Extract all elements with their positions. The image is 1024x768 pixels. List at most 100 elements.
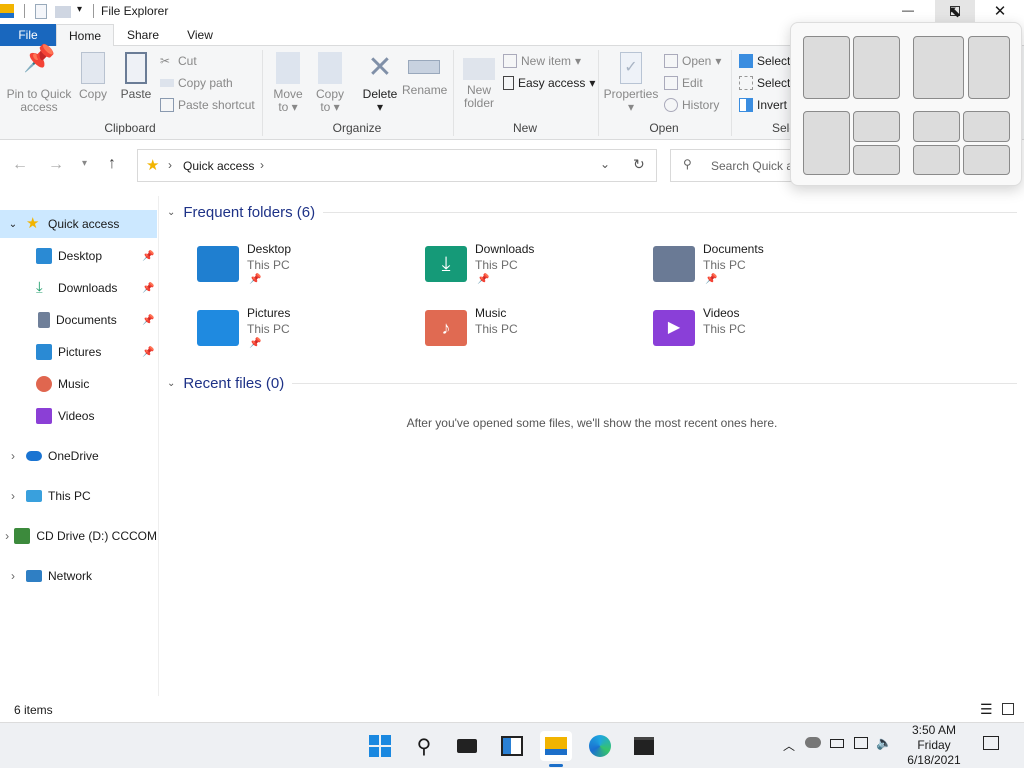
file-explorer-taskbar-button[interactable] [540, 731, 572, 767]
search-box[interactable]: ⚲ Search Quick a [670, 149, 800, 182]
easy-access-button[interactable]: Easy access ▾ [503, 73, 595, 93]
folder-downloads[interactable]: ⤓ Downloads This PC 📌 [425, 242, 645, 298]
customize-quick-access-icon[interactable]: ▾ [77, 4, 82, 15]
address-path[interactable]: Quick access [183, 159, 254, 173]
sidebar-item-quick-access[interactable]: ⌄ ★ Quick access [0, 210, 157, 238]
start-button[interactable] [365, 731, 395, 761]
pictures-folder-icon [197, 310, 239, 346]
copy-to-button[interactable]: Copy to ▾ [312, 46, 348, 114]
snap-zone-wide-left[interactable] [913, 36, 964, 99]
details-view-button[interactable]: ☰ [980, 701, 993, 718]
folder-desktop[interactable]: Desktop This PC 📌 [197, 242, 417, 298]
copy-button[interactable]: Copy [76, 46, 110, 101]
recent-locations-button[interactable]: ▾ [82, 158, 87, 169]
volume-icon[interactable]: 🔈 [876, 735, 892, 751]
address-bar[interactable]: ★ › Quick access › ⌄ ↻ [137, 149, 657, 182]
search-taskbar-button[interactable]: ⚲ [409, 731, 439, 761]
sidebar-item-network[interactable]: › Network [0, 562, 157, 590]
up-button[interactable]: ↑ [108, 155, 116, 173]
select-all-button[interactable]: Select [739, 51, 790, 71]
new-folder-button[interactable]: New folder [460, 46, 498, 110]
snap-zone-quad-bottom-left[interactable] [913, 145, 960, 175]
task-view-button[interactable] [452, 731, 482, 761]
chevron-right-icon[interactable]: › [0, 489, 26, 503]
select-none-button[interactable]: Select [739, 73, 790, 93]
snap-zone-half-left[interactable] [803, 36, 850, 99]
sidebar-item-this-pc[interactable]: › This PC [0, 482, 157, 510]
folder-music[interactable]: ♪ Music This PC [425, 306, 645, 362]
snap-zone-quad-top-right[interactable] [963, 111, 1010, 142]
sidebar-item-music[interactable]: Music [0, 370, 157, 398]
snap-zone-right-top[interactable] [853, 111, 900, 142]
snap-zone-left-tall[interactable] [803, 111, 850, 175]
history-button[interactable]: History [664, 95, 719, 115]
snap-zone-quad-bottom-right[interactable] [963, 145, 1010, 175]
clock-date: 6/18/2021 [907, 753, 961, 767]
search-placeholder: Search Quick a [711, 159, 794, 173]
widgets-button[interactable] [497, 731, 527, 761]
sidebar-item-videos[interactable]: Videos [0, 402, 157, 430]
copy-path-icon [160, 79, 174, 87]
status-bar: 6 items ☰ [0, 700, 1024, 722]
pin-to-quick-access-button[interactable]: 📌 Pin to Quick access [4, 45, 74, 114]
sidebar-item-onedrive[interactable]: › OneDrive [0, 442, 157, 470]
move-to-button[interactable]: Move to ▾ [270, 46, 306, 114]
windows-logo-icon [369, 735, 391, 757]
close-button[interactable]: ✕ [980, 0, 1020, 24]
properties-quick-icon[interactable] [35, 4, 47, 19]
refresh-icon[interactable]: ↻ [633, 156, 645, 173]
minimize-button[interactable]: — [890, 0, 926, 24]
sidebar-item-cd-drive[interactable]: › CD Drive (D:) CCCOM [0, 522, 157, 550]
chevron-right-icon[interactable]: › [0, 569, 26, 583]
cut-button[interactable]: ✂ Cut [160, 51, 197, 71]
select-group-label: Sele [772, 121, 792, 135]
back-button[interactable]: ← [12, 156, 28, 174]
edit-button[interactable]: Edit [664, 73, 703, 93]
forward-button[interactable]: → [48, 156, 64, 174]
tab-share[interactable]: Share [114, 24, 172, 46]
tab-view[interactable]: View [172, 24, 228, 46]
videos-folder-icon: ▶ [653, 310, 695, 346]
delete-button[interactable]: ✕ Delete ▾ [360, 46, 400, 114]
new-item-button[interactable]: New item ▾ [503, 51, 581, 71]
chevron-down-icon[interactable]: ⌄ [0, 219, 26, 230]
edge-button[interactable] [585, 731, 615, 761]
recent-files-header[interactable]: ⌄ Recent files (0) [167, 375, 1017, 392]
sidebar-item-documents[interactable]: Documents 📌 [0, 306, 157, 334]
large-icons-view-button[interactable] [1002, 703, 1014, 715]
invert-selection-button[interactable]: Invert [739, 95, 787, 115]
folder-videos[interactable]: ▶ Videos This PC [653, 306, 873, 362]
tab-home[interactable]: Home [56, 24, 114, 47]
open-group-label: Open [649, 121, 679, 135]
frequent-folders-header[interactable]: ⌄ Frequent folders (6) [167, 204, 1017, 221]
folder-pictures[interactable]: Pictures This PC 📌 [197, 306, 417, 362]
paste-button[interactable]: Paste [118, 46, 154, 101]
clock[interactable]: 3:50 AM Friday 6/18/2021 [900, 723, 968, 768]
store-button[interactable] [629, 731, 659, 761]
snap-zone-half-right[interactable] [853, 36, 900, 99]
chevron-right-icon[interactable]: › [0, 449, 26, 463]
battery-icon[interactable] [830, 739, 844, 748]
chevron-right-icon: › [260, 158, 264, 172]
new-folder-quick-icon[interactable] [55, 6, 71, 18]
sidebar-item-downloads[interactable]: ⤓ Downloads 📌 [0, 274, 157, 302]
taskbar: ⚲ ︿ 🔈 3:50 AM Friday 6/18/2021 [0, 722, 1024, 768]
network-status-icon[interactable] [854, 737, 868, 749]
snap-zone-narrow-right[interactable] [968, 36, 1010, 99]
show-hidden-icons-button[interactable]: ︿ [783, 737, 795, 754]
properties-button[interactable]: ✓ Properties ▾ [603, 46, 659, 114]
notifications-button[interactable] [983, 736, 999, 750]
address-dropdown-icon[interactable]: ⌄ [600, 157, 610, 171]
open-button[interactable]: Open ▾ [664, 51, 721, 71]
snap-zone-right-bottom[interactable] [853, 145, 900, 175]
chevron-right-icon[interactable]: › [0, 529, 14, 543]
snap-zone-quad-top-left[interactable] [913, 111, 960, 142]
copy-path-button[interactable]: Copy path [160, 73, 233, 93]
sidebar-item-pictures[interactable]: Pictures 📌 [0, 338, 157, 366]
rename-button[interactable]: Rename [402, 46, 447, 97]
paste-shortcut-button[interactable]: Paste shortcut [160, 95, 255, 115]
onedrive-warning-icon[interactable] [805, 737, 821, 748]
folder-documents[interactable]: Documents This PC 📌 [653, 242, 873, 298]
star-icon: ★ [146, 157, 160, 174]
sidebar-item-desktop[interactable]: Desktop 📌 [0, 242, 157, 270]
